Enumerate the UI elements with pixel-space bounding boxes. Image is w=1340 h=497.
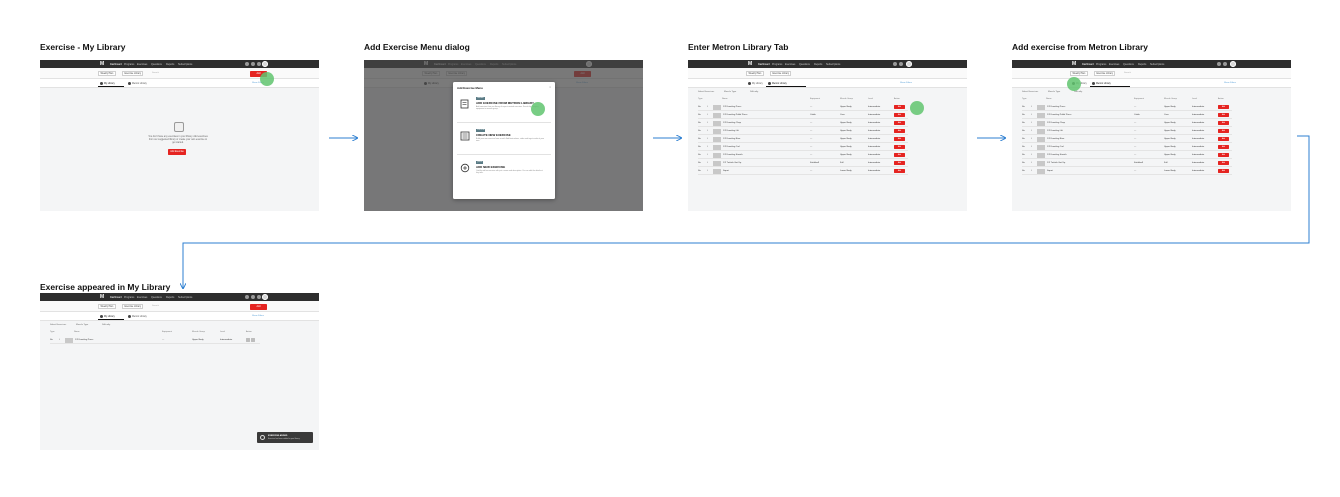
flow-arrow-4 <box>183 135 1310 288</box>
flow-arrows <box>0 0 1310 497</box>
